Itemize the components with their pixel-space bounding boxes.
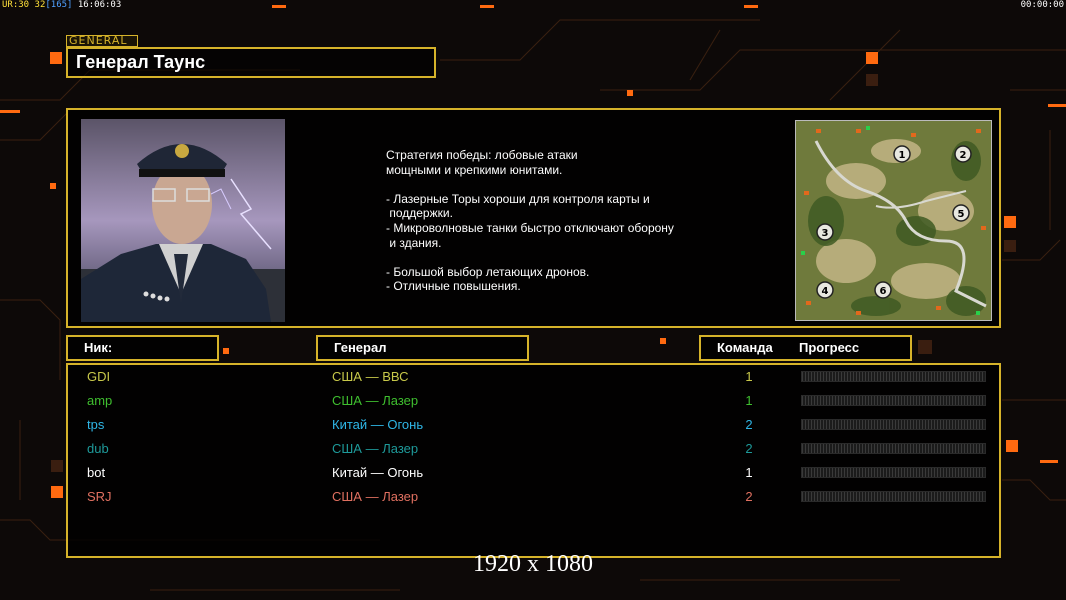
start-pos-label: 3 [822, 228, 829, 239]
player-general: США — ВВС [332, 369, 409, 384]
player-row: amp США — Лазер 1 [68, 391, 999, 415]
fps-value-2: 32 [34, 0, 46, 10]
minimap: 1 2 3 4 5 6 [795, 120, 992, 321]
strategy-line: мощными и крепкими юнитами. [386, 162, 563, 177]
strategy-line: - Большой выбор летающих дронов. [386, 264, 590, 279]
strategy-line: - Отличные повышения. [386, 279, 521, 294]
start-pos-label: 1 [899, 150, 906, 161]
player-nick: amp [87, 393, 113, 408]
player-team: 2 [745, 417, 753, 432]
start-pos-label: 6 [880, 286, 887, 297]
header-team-label: Команда [717, 340, 773, 355]
fps-counter: UR:30 32[165] 16:06:03 [2, 0, 121, 10]
resolution-label: 1920 x 1080 [473, 551, 593, 577]
player-nick: tps [87, 417, 105, 432]
player-row: GDI США — ВВС 1 [68, 367, 999, 391]
header-nick-label: Ник: [84, 340, 113, 355]
strategy-line [386, 177, 716, 192]
player-progress-bar [801, 419, 986, 430]
strategy-line [386, 250, 716, 265]
player-row: bot Китай — Огонь 1 [68, 463, 999, 487]
general-info-panel: Стратегия победы: лобовые атаки мощными … [66, 108, 1001, 328]
strategy-line: и здания. [386, 235, 442, 250]
header-team-progress: Команда Прогресс [699, 335, 912, 361]
header-general: Генерал [316, 335, 529, 361]
player-team: 1 [745, 369, 753, 384]
start-pos-label: 5 [958, 209, 965, 220]
strategy-line: Стратегия победы: лобовые атаки [386, 148, 578, 162]
player-general: Китай — Огонь [332, 465, 424, 480]
player-team: 1 [745, 465, 753, 480]
strategy-text: Стратегия победы: лобовые атаки мощными … [386, 148, 716, 294]
player-general: Китай — Огонь [332, 417, 424, 432]
player-nick: GDI [87, 369, 111, 384]
start-pos-label: 4 [822, 286, 829, 297]
player-progress-bar [801, 467, 986, 478]
player-row: dub США — Лазер 2 [68, 439, 999, 463]
system-clock: 16:06:03 [77, 0, 122, 10]
strategy-line: поддержки. [386, 206, 453, 221]
player-team: 1 [745, 393, 753, 408]
fps-bracket: [165] [45, 0, 73, 10]
fps-value-1: 30 [18, 0, 30, 10]
player-row: tps Китай — Огонь 2 [68, 415, 999, 439]
player-progress-bar [801, 395, 986, 406]
player-row: SRJ США — Лазер 2 [68, 487, 999, 511]
general-name-title: Генерал Таунс [66, 47, 436, 78]
player-general: США — Лазер [332, 441, 419, 456]
header-nick: Ник: [66, 335, 219, 361]
players-table: GDI США — ВВС 1 amp США — Лазер 1 tps Ки… [66, 363, 1001, 558]
general-tag: GENERAL [66, 35, 138, 47]
strategy-line: - Лазерные Торы хороши для контроля карт… [386, 191, 650, 206]
player-team: 2 [745, 489, 753, 504]
player-nick: dub [87, 441, 109, 456]
player-general: США — Лазер [332, 393, 419, 408]
player-progress-bar [801, 371, 986, 382]
player-nick: SRJ [87, 489, 112, 504]
strategy-line: - Микроволновые танки быстро отключают о… [386, 220, 674, 235]
player-team: 2 [745, 441, 753, 456]
player-progress-bar [801, 491, 986, 502]
player-general: США — Лазер [332, 489, 419, 504]
game-timer: 00:00:00 [1020, 0, 1064, 10]
general-portrait [81, 119, 285, 322]
header-progress-label: Прогресс [799, 340, 860, 355]
player-nick: bot [87, 465, 106, 480]
ur-label: UR: [2, 0, 19, 10]
header-general-label: Генерал [334, 340, 387, 355]
start-pos-label: 2 [960, 150, 967, 161]
player-progress-bar [801, 443, 986, 454]
